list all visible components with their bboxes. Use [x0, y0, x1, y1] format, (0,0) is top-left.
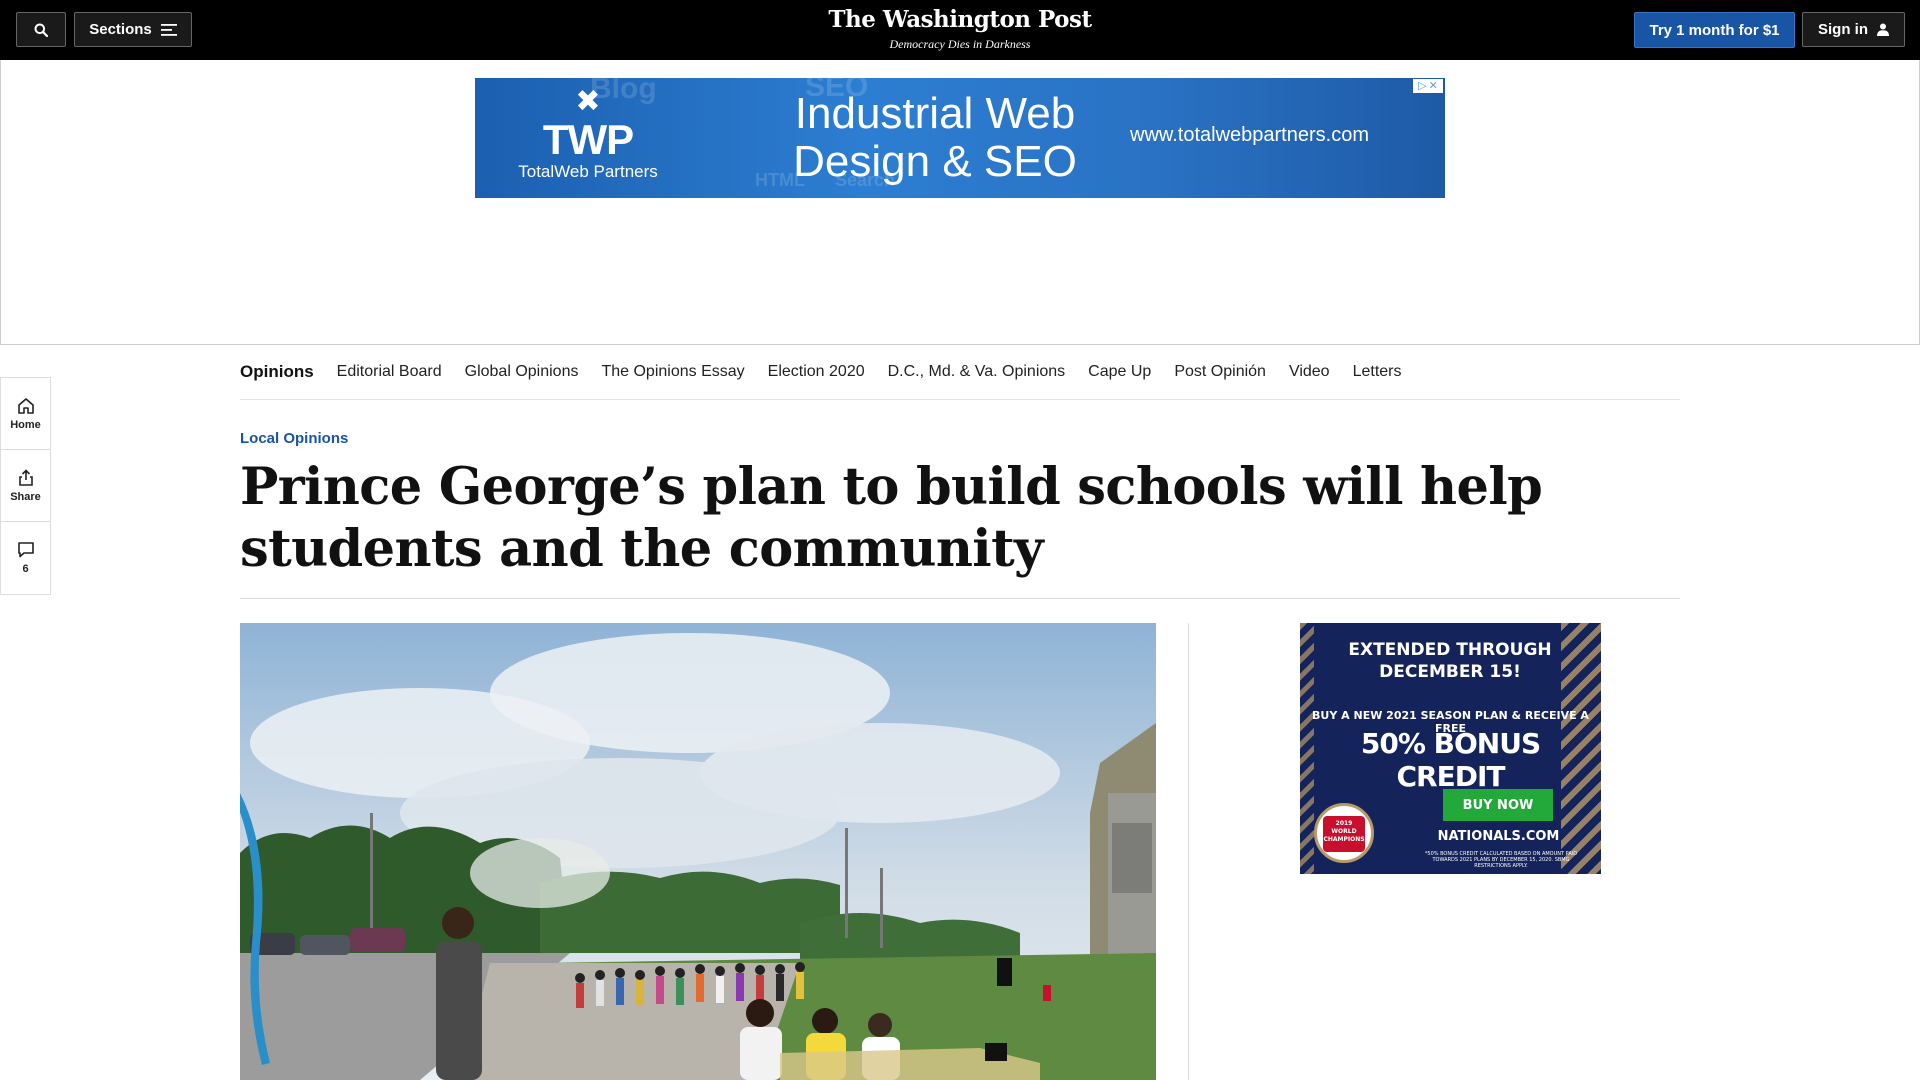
sections-label: Sections: [89, 21, 152, 38]
photo-illustration: [240, 623, 1156, 1080]
article-kicker[interactable]: Local Opinions: [240, 430, 348, 447]
totalweb-partners-ad[interactable]: Blog SEO HTML Search ✖ TWP TotalWeb Part…: [475, 78, 1445, 198]
headline-divider: [240, 598, 1680, 599]
user-icon: [1877, 23, 1889, 36]
share-label: Share: [10, 490, 41, 503]
share-icon: [18, 468, 33, 486]
ad-choices-icon[interactable]: ▷: [1418, 80, 1426, 92]
comments-button[interactable]: 6: [1, 522, 50, 594]
twp-logo-mark-icon: ✖: [575, 85, 601, 118]
twp-logo-letters: TWP: [542, 116, 634, 163]
comment-icon: [17, 542, 34, 558]
home-label: Home: [10, 418, 41, 431]
search-icon: [34, 23, 48, 37]
world-champions-badge: 2019 WORLD CHAMPIONS: [1314, 803, 1374, 863]
column-divider: [1188, 623, 1189, 1080]
world-champions-badge-text: 2019 WORLD CHAMPIONS: [1323, 816, 1365, 852]
home-button[interactable]: Home: [1, 378, 50, 450]
sign-in-label: Sign in: [1818, 21, 1868, 38]
nav-dc-md-va-opinions[interactable]: D.C., Md. & Va. Opinions: [888, 363, 1066, 381]
ad-extended-text: EXTENDED THROUGH DECEMBER 15!: [1348, 640, 1552, 682]
sign-in-button[interactable]: Sign in: [1802, 12, 1905, 47]
buy-now-button[interactable]: BUY NOW: [1443, 789, 1553, 821]
share-button[interactable]: Share: [1, 450, 50, 522]
masthead[interactable]: The Washington Post Democracy Dies in Da…: [760, 6, 1160, 52]
nav-election-2020[interactable]: Election 2020: [768, 363, 865, 381]
left-action-rail: Home Share 6: [0, 377, 51, 595]
washington-post-logo[interactable]: The Washington Post: [760, 6, 1160, 34]
twp-brand-name: TotalWeb Partners: [518, 162, 658, 181]
ad-url: www.totalwebpartners.com: [1130, 124, 1369, 146]
article-headline: Prince George’s plan to build schools wi…: [240, 457, 1543, 579]
subscribe-button[interactable]: Try 1 month for $1: [1634, 12, 1795, 48]
menu-icon: [160, 23, 177, 36]
ad-fine-print: *50% BONUS CREDIT CALCULATED BASED ON AM…: [1424, 851, 1578, 869]
nav-opinions[interactable]: Opinions: [240, 362, 314, 382]
ad-bonus-credit-text: 50% BONUS CREDIT: [1360, 727, 1541, 793]
nav-video[interactable]: Video: [1289, 363, 1330, 381]
comment-count: 6: [22, 563, 29, 575]
opinions-section-nav: Opinions Editorial Board Global Opinions…: [240, 345, 1680, 400]
nav-cape-up[interactable]: Cape Up: [1088, 363, 1151, 381]
masthead-tagline: Democracy Dies in Darkness: [889, 37, 1031, 51]
nav-editorial-board[interactable]: Editorial Board: [337, 363, 442, 381]
twp-logo: ✖ TWP TotalWeb Partners: [513, 84, 663, 182]
washington-nationals-ad[interactable]: EXTENDED THROUGH DECEMBER 15! BUY A NEW …: [1300, 623, 1601, 874]
home-icon: [17, 397, 34, 414]
ad-choices-control[interactable]: ▷ ✕: [1413, 79, 1443, 93]
ad-close-icon[interactable]: ✕: [1429, 80, 1438, 92]
nav-letters[interactable]: Letters: [1353, 363, 1402, 381]
nav-global-opinions[interactable]: Global Opinions: [465, 363, 579, 381]
nav-opinions-essay[interactable]: The Opinions Essay: [601, 363, 744, 381]
nav-post-opinion[interactable]: Post Opinión: [1174, 363, 1266, 381]
top-navigation-bar: Sections The Washington Post Democracy D…: [0, 0, 1920, 60]
nationals-url: NATIONALS.COM: [1437, 829, 1560, 844]
sections-menu-button[interactable]: Sections: [74, 12, 192, 47]
search-button[interactable]: [16, 12, 66, 47]
ad-headline: Industrial Web Design & SEO: [793, 89, 1077, 186]
lead-photo-crowd-at-school[interactable]: [240, 623, 1156, 1080]
